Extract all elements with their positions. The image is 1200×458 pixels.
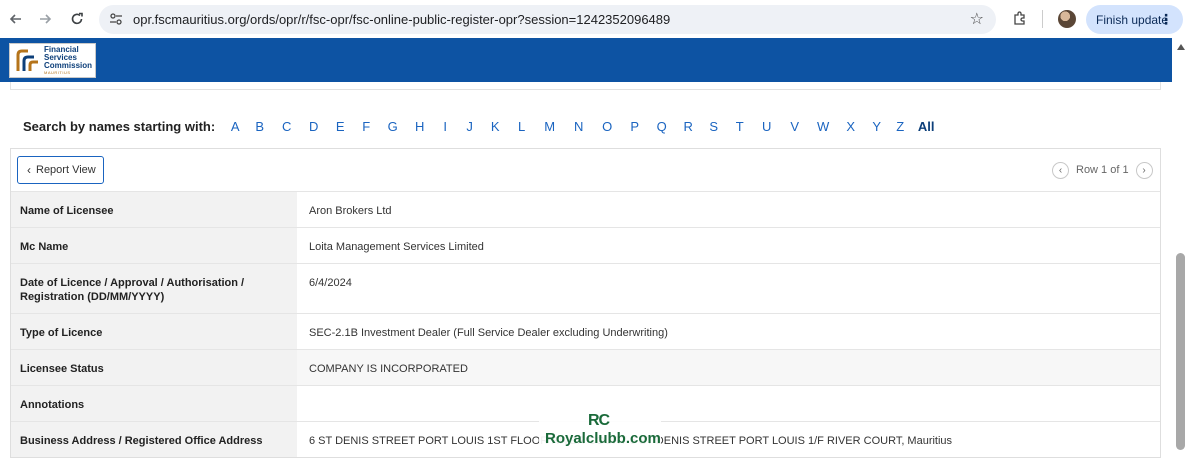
logo-country: MAURITIUS: [44, 70, 71, 75]
row-label: Business Address / Registered Office Add…: [11, 422, 297, 457]
report-view-label: Report View: [36, 164, 96, 176]
previous-row-button[interactable]: ‹: [1052, 161, 1069, 179]
row-label-text: Type of Licence: [20, 327, 103, 339]
letter-filter-z[interactable]: Z: [889, 119, 911, 134]
row-label: Date of Licence / Approval / Authorisati…: [11, 264, 297, 313]
scrollbar-thumb[interactable]: [1176, 253, 1185, 450]
letter-filter-x[interactable]: X: [837, 119, 864, 134]
row-label-text: Date of Licence / Approval / Authorisati…: [20, 277, 245, 303]
pager-text: Row 1 of 1: [1076, 164, 1129, 176]
letter-filter-t[interactable]: T: [726, 119, 753, 134]
letter-filter-i[interactable]: I: [433, 119, 457, 134]
fsc-emblem-icon: [16, 49, 38, 71]
row-label: Mc Name: [11, 228, 297, 263]
next-row-button[interactable]: ›: [1135, 161, 1153, 179]
address-bar[interactable]: opr.fscmauritius.org/ords/opr/r/fsc-opr/…: [99, 5, 996, 34]
row-label-text: Business Address / Registered Office Add…: [20, 435, 263, 447]
reload-icon[interactable]: [66, 8, 88, 30]
browser-toolbar: opr.fscmauritius.org/ords/opr/r/fsc-opr/…: [0, 0, 1200, 38]
watermark-mark: RC: [588, 412, 610, 429]
letter-filter-u[interactable]: U: [753, 119, 780, 134]
table-row: Type of Licence SEC-2.1B Investment Deale…: [11, 313, 1160, 349]
row-value-text: SEC-2.1B Investment Dealer (Full Service…: [309, 327, 668, 339]
fsc-logo[interactable]: Financial Services Commission MAURITIUS: [9, 43, 96, 78]
row-label: Licensee Status: [11, 350, 297, 385]
row-value: 6 ST DENIS STREET PORT LOUIS 1ST FLOOR R…: [297, 422, 1160, 457]
logo-wordmark: Financial Services Commission: [44, 45, 93, 70]
alphabet-filter-label: Search by names starting with:: [23, 118, 216, 134]
row-pager: ‹ Row 1 of 1 ›: [1052, 161, 1153, 179]
watermark-text: Royalclubb.com: [545, 430, 661, 447]
letter-filter-b[interactable]: B: [246, 119, 273, 134]
forward-arrow-icon[interactable]: [34, 8, 56, 30]
table-row: Licensee Status COMPANY IS INCORPORATED: [11, 349, 1160, 385]
letter-filter-f[interactable]: F: [353, 119, 379, 134]
watermark: RC Royalclubb.com: [539, 412, 661, 450]
letter-filter-c[interactable]: C: [273, 119, 300, 134]
row-value: [297, 386, 1160, 421]
letter-filter-n[interactable]: N: [564, 119, 593, 134]
letter-filter-j[interactable]: J: [457, 119, 482, 134]
letter-filter-m[interactable]: M: [535, 119, 564, 134]
finish-update-button[interactable]: Finish update ⋮: [1086, 5, 1183, 34]
letter-filter-y[interactable]: Y: [864, 119, 889, 134]
alphabet-letters: A B C D E F G H I J K L M N O P Q R S T U V W X Y Z All: [224, 119, 941, 134]
row-label-text: Mc Name: [20, 241, 69, 253]
row-value: 6/4/2024: [297, 264, 1160, 313]
site-header-banner: [0, 38, 1172, 82]
row-value: Loita Management Services Limited: [297, 228, 1160, 263]
row-label-text: Name of Licensee: [20, 205, 114, 217]
row-label-text: Annotations: [20, 399, 85, 411]
row-value-text: Aron Brokers Ltd: [309, 205, 392, 217]
letter-filter-l[interactable]: L: [508, 119, 535, 134]
finish-update-label: Finish update: [1096, 12, 1169, 27]
report-view-button[interactable]: ‹ Report View: [17, 156, 104, 184]
letter-filter-o[interactable]: O: [593, 119, 621, 134]
profile-avatar[interactable]: [1058, 10, 1076, 28]
bookmark-star-icon[interactable]: ☆: [970, 9, 984, 29]
letter-filter-s[interactable]: S: [701, 119, 726, 134]
more-vert-icon[interactable]: ⋮: [1159, 11, 1173, 28]
chevron-left-icon: ‹: [27, 163, 31, 177]
table-row: Date of Licence / Approval / Authorisati…: [11, 263, 1160, 313]
header-card-edge: [10, 82, 1161, 90]
row-value: COMPANY IS INCORPORATED: [297, 350, 1160, 385]
letter-filter-p[interactable]: P: [621, 119, 648, 134]
toolbar-divider: [1042, 10, 1043, 28]
extensions-puzzle-icon[interactable]: [1012, 10, 1028, 26]
row-value: Aron Brokers Ltd: [297, 192, 1160, 227]
letter-filter-k[interactable]: K: [482, 119, 508, 134]
letter-filter-h[interactable]: H: [406, 119, 433, 134]
letter-filter-q[interactable]: Q: [648, 119, 675, 134]
letter-filter-g[interactable]: G: [379, 119, 406, 134]
row-label-text: Licensee Status: [20, 363, 104, 375]
alphabet-filter: Search by names starting with: ABCDEFGHI…: [23, 117, 941, 135]
scroll-up-arrow-icon[interactable]: [1177, 44, 1185, 50]
site-settings-icon[interactable]: [109, 12, 123, 26]
row-label: Type of Licence: [11, 314, 297, 349]
row-label: Annotations: [11, 386, 297, 421]
letter-filter-w[interactable]: W: [809, 119, 837, 134]
letter-filter-v[interactable]: V: [780, 119, 809, 134]
row-label: Name of Licensee: [11, 192, 297, 227]
table-row: Name of Licensee Aron Brokers Ltd: [11, 191, 1160, 227]
row-value-text: 6/4/2024: [309, 277, 352, 289]
row-value: SEC-2.1B Investment Dealer (Full Service…: [297, 314, 1160, 349]
letter-filter-d[interactable]: D: [300, 119, 327, 134]
letter-filter-a[interactable]: A: [224, 119, 246, 134]
back-arrow-icon[interactable]: [5, 8, 27, 30]
row-value-text: Loita Management Services Limited: [309, 241, 484, 253]
row-value-text: COMPANY IS INCORPORATED: [309, 363, 468, 375]
letter-filter-r[interactable]: R: [675, 119, 701, 134]
letter-filter-all[interactable]: All: [911, 119, 941, 134]
url-text[interactable]: opr.fscmauritius.org/ords/opr/r/fsc-opr/…: [133, 12, 670, 27]
letter-filter-e[interactable]: E: [327, 119, 353, 134]
table-row: Mc Name Loita Management Services Limited: [11, 227, 1160, 263]
